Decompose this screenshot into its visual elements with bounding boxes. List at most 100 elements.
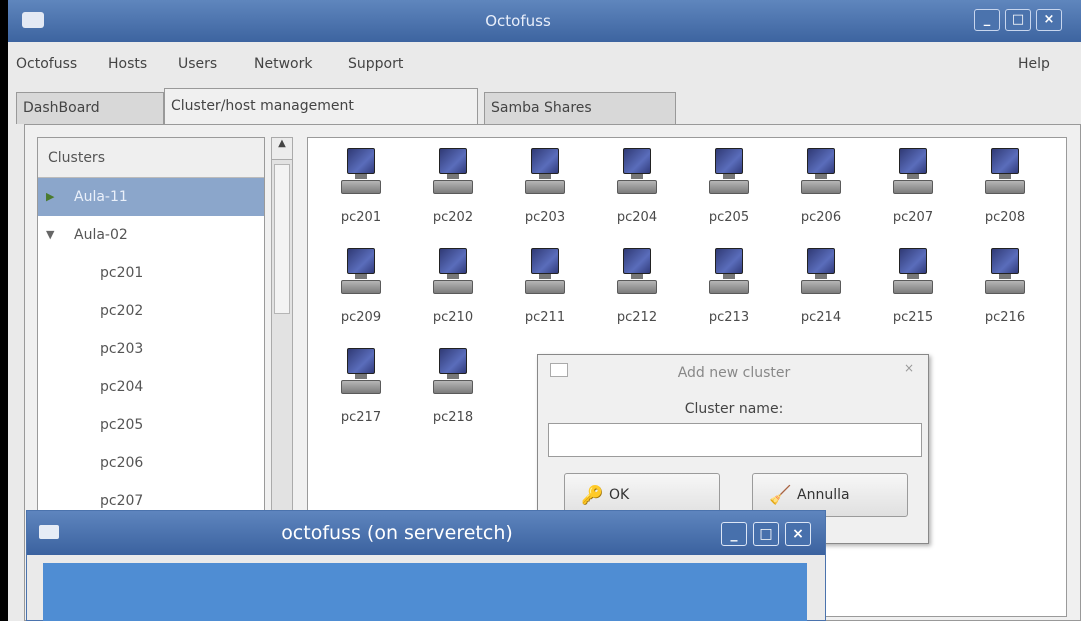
- ok-button-label: OK: [609, 487, 630, 503]
- tree-item-label: pc202: [100, 303, 144, 319]
- computer-icon: [985, 148, 1025, 204]
- tab-cluster-host-management[interactable]: Cluster/host management: [164, 88, 478, 126]
- computer-icon: [525, 148, 565, 204]
- monitor-neck-shape: [723, 174, 735, 179]
- keyboard-shape: [985, 180, 1025, 194]
- menu-octofuss[interactable]: Octofuss: [16, 56, 77, 72]
- menu-hosts[interactable]: Hosts: [108, 56, 147, 72]
- expander-closed-icon[interactable]: ▶: [46, 178, 54, 216]
- monitor-shape: [347, 248, 375, 274]
- host-item[interactable]: pc202: [408, 144, 498, 232]
- tree-item-host[interactable]: pc201: [38, 254, 264, 292]
- host-item[interactable]: pc206: [776, 144, 866, 232]
- tree-header-clusters[interactable]: Clusters: [38, 138, 264, 178]
- octofuss-dialog-title: octofuss (on serveretch): [281, 522, 513, 544]
- tab-samba-shares[interactable]: Samba Shares: [484, 92, 676, 124]
- keyboard-shape: [433, 180, 473, 194]
- host-label: pc218: [432, 410, 474, 425]
- octofuss-dialog-content: [43, 563, 807, 621]
- host-item[interactable]: pc207: [868, 144, 958, 232]
- keyboard-shape: [341, 180, 381, 194]
- host-item[interactable]: pc212: [592, 244, 682, 332]
- octofuss-dialog-titlebar[interactable]: octofuss (on serveretch) _ □ ×: [27, 511, 825, 555]
- computer-icon: [433, 348, 473, 404]
- host-label: pc204: [616, 210, 658, 225]
- host-label: pc214: [800, 310, 842, 325]
- host-item[interactable]: pc218: [408, 344, 498, 432]
- computer-icon: [801, 248, 841, 304]
- host-item[interactable]: pc214: [776, 244, 866, 332]
- octofuss-maximize-button[interactable]: □: [753, 522, 779, 546]
- keyboard-shape: [341, 280, 381, 294]
- menu-help[interactable]: Help: [1018, 56, 1050, 72]
- tree-item-cluster[interactable]: ▼ Aula-02: [38, 216, 264, 254]
- host-label: pc212: [616, 310, 658, 325]
- host-item[interactable]: pc215: [868, 244, 958, 332]
- host-item[interactable]: pc216: [960, 244, 1050, 332]
- keyboard-shape: [985, 280, 1025, 294]
- expander-open-icon[interactable]: ▼: [46, 216, 54, 254]
- menu-network[interactable]: Network: [254, 56, 312, 72]
- window-titlebar[interactable]: Octofuss _ □ ×: [8, 0, 1081, 42]
- monitor-neck-shape: [815, 274, 827, 279]
- keyboard-shape: [709, 280, 749, 294]
- scroll-up-icon[interactable]: ▲: [272, 138, 292, 160]
- scrollbar-thumb[interactable]: [274, 164, 290, 314]
- host-label: pc208: [984, 210, 1026, 225]
- keyboard-shape: [893, 280, 933, 294]
- computer-icon: [341, 148, 381, 204]
- computer-icon: [617, 248, 657, 304]
- menu-users[interactable]: Users: [178, 56, 217, 72]
- host-item[interactable]: pc217: [316, 344, 406, 432]
- tree-item-label: Aula-02: [74, 227, 128, 243]
- tree-item-host[interactable]: pc205: [38, 406, 264, 444]
- octofuss-minimize-button[interactable]: _: [721, 522, 747, 546]
- host-item[interactable]: pc203: [500, 144, 590, 232]
- monitor-shape: [715, 248, 743, 274]
- tree-item-cluster[interactable]: ▶ Aula-11: [38, 178, 264, 216]
- host-label: pc201: [340, 210, 382, 225]
- host-item[interactable]: pc205: [684, 144, 774, 232]
- monitor-shape: [531, 248, 559, 274]
- monitor-shape: [623, 248, 651, 274]
- monitor-neck-shape: [907, 274, 919, 279]
- minimize-button[interactable]: _: [974, 9, 1000, 31]
- host-label: pc205: [708, 210, 750, 225]
- window-menu-icon[interactable]: [22, 12, 44, 28]
- tab-dashboard[interactable]: DashBoard: [16, 92, 164, 124]
- maximize-button[interactable]: □: [1005, 9, 1031, 31]
- tree-item-host[interactable]: pc204: [38, 368, 264, 406]
- key-icon: 🔑: [581, 485, 604, 506]
- cluster-name-input[interactable]: [548, 423, 922, 457]
- tree-item-label: pc206: [100, 455, 144, 471]
- host-item[interactable]: pc204: [592, 144, 682, 232]
- monitor-shape: [899, 148, 927, 174]
- monitor-shape: [899, 248, 927, 274]
- dialog-close-icon[interactable]: ×: [904, 361, 914, 375]
- keyboard-shape: [617, 180, 657, 194]
- host-item[interactable]: pc210: [408, 244, 498, 332]
- main-window: Octofuss _ □ × Octofuss Hosts Users Netw…: [8, 0, 1081, 621]
- host-item[interactable]: pc213: [684, 244, 774, 332]
- host-item[interactable]: pc208: [960, 144, 1050, 232]
- tree-item-host[interactable]: pc202: [38, 292, 264, 330]
- monitor-shape: [439, 148, 467, 174]
- host-label: pc203: [524, 210, 566, 225]
- dialog-window-icon[interactable]: [39, 525, 59, 539]
- tree-item-host[interactable]: pc203: [38, 330, 264, 368]
- host-item[interactable]: pc209: [316, 244, 406, 332]
- tree-item-label: Aula-11: [74, 189, 128, 205]
- monitor-shape: [807, 248, 835, 274]
- octofuss-close-button[interactable]: ×: [785, 522, 811, 546]
- monitor-shape: [807, 148, 835, 174]
- dialog-title: Add new cluster: [677, 365, 791, 381]
- tree-item-host[interactable]: pc206: [38, 444, 264, 482]
- keyboard-shape: [341, 380, 381, 394]
- host-item[interactable]: pc201: [316, 144, 406, 232]
- monitor-shape: [439, 348, 467, 374]
- monitor-neck-shape: [999, 174, 1011, 179]
- menu-support[interactable]: Support: [348, 56, 403, 72]
- host-label: pc216: [984, 310, 1026, 325]
- close-button[interactable]: ×: [1036, 9, 1062, 31]
- host-item[interactable]: pc211: [500, 244, 590, 332]
